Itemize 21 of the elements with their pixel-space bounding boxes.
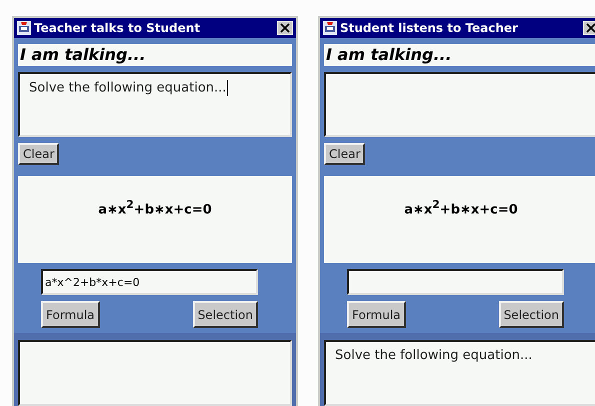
selection-button[interactable]: Selection <box>192 301 258 328</box>
heading: I am talking... <box>18 44 292 66</box>
close-icon[interactable] <box>583 21 595 35</box>
app-icon <box>323 21 337 35</box>
selection-button[interactable]: Selection <box>498 301 564 328</box>
close-icon[interactable] <box>277 21 293 35</box>
clear-button[interactable]: Clear <box>18 143 60 165</box>
received-area: Solve the following equation... <box>324 340 595 406</box>
window-title: Student listens to Teacher <box>340 21 519 35</box>
formula-text: a∗x$^{2}$+b∗x+c=0 <box>404 198 518 216</box>
formula-input[interactable]: a*x^2+b*x+c=0 <box>41 269 258 295</box>
window-title: Teacher talks to Student <box>34 21 202 35</box>
formula-button[interactable]: Formula <box>347 301 406 328</box>
formula-text: a∗x$^{2}$+b∗x+c=0 <box>98 198 212 216</box>
heading: I am talking... <box>324 44 595 66</box>
formula-button[interactable]: Formula <box>41 301 100 328</box>
app-icon <box>17 21 31 35</box>
message-area[interactable]: Solve the following equation... <box>18 72 292 137</box>
formula-input[interactable] <box>347 269 564 295</box>
clear-button[interactable]: Clear <box>324 143 366 165</box>
message-area[interactable] <box>324 72 595 137</box>
